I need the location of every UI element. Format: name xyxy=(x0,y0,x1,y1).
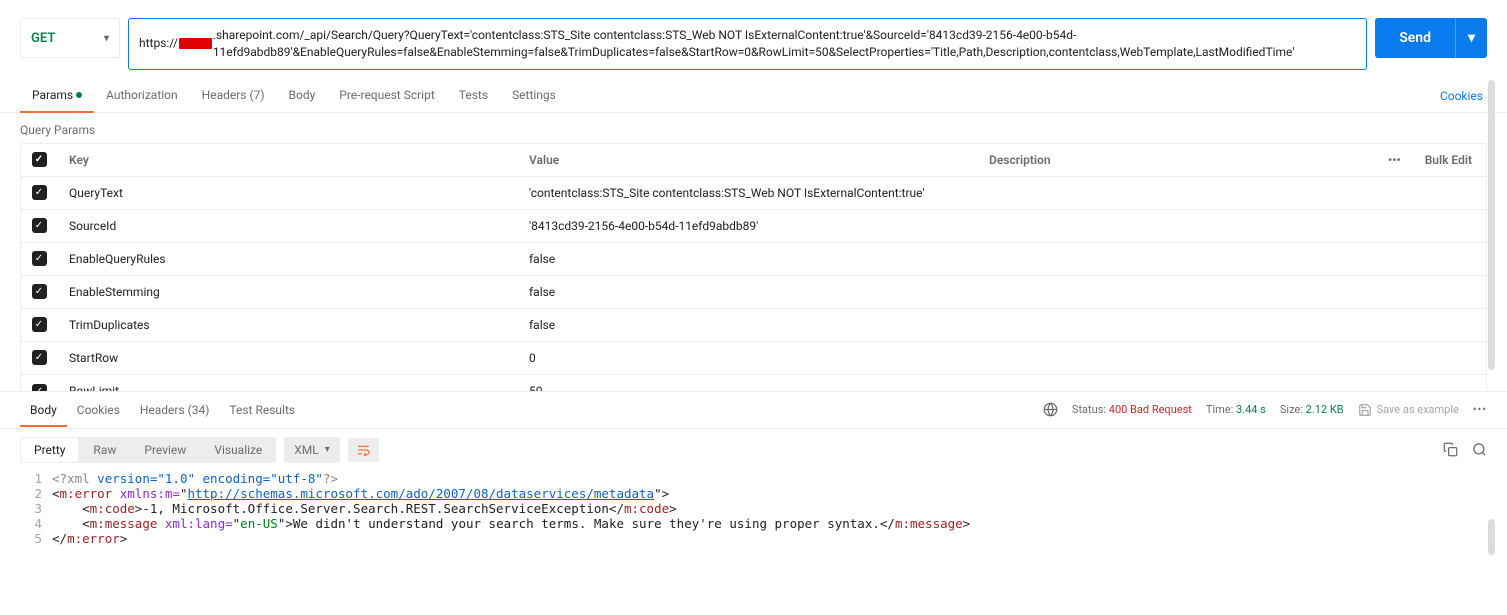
response-body-toolbar: Pretty Raw Preview Visualize XML ▾ xyxy=(0,429,1507,471)
redacted-domain xyxy=(179,38,212,49)
param-desc[interactable] xyxy=(977,185,1376,201)
param-value[interactable]: 'contentclass:STS_Site contentclass:STS_… xyxy=(517,178,977,208)
chevron-down-icon: ▾ xyxy=(104,33,109,44)
tab-response-body[interactable]: Body xyxy=(20,393,67,427)
param-desc[interactable] xyxy=(977,218,1376,234)
http-method-select[interactable]: GET ▾ xyxy=(20,18,120,58)
query-params-title: Query Params xyxy=(0,113,1507,143)
response-body-code[interactable]: 1<?xml version="1.0" encoding="utf-8"?> … xyxy=(0,471,1507,556)
url-suffix: .sharepoint.com/_api/Search/Query?QueryT… xyxy=(213,27,1356,61)
checkbox-all[interactable]: ✓ xyxy=(32,152,47,167)
tab-response-headers[interactable]: Headers (34) xyxy=(130,393,220,427)
scrollbar[interactable] xyxy=(1488,80,1495,370)
send-dropdown[interactable]: ▾ xyxy=(1455,18,1487,58)
tab-settings[interactable]: Settings xyxy=(500,80,568,112)
table-row[interactable]: ✓ TrimDuplicates false xyxy=(21,309,1486,342)
more-icon[interactable]: ••• xyxy=(1376,145,1406,175)
scrollbar[interactable] xyxy=(1488,519,1495,555)
request-tabs: Params Authorization Headers (7) Body Pr… xyxy=(0,80,1507,113)
param-key[interactable]: TrimDuplicates xyxy=(57,310,517,340)
chevron-down-icon: ▾ xyxy=(325,444,330,455)
line-wrap-icon[interactable] xyxy=(348,438,379,462)
param-desc[interactable] xyxy=(977,251,1376,267)
table-row[interactable]: ✓ RowLimit 50 xyxy=(21,375,1486,391)
param-key[interactable]: EnableStemming xyxy=(57,277,517,307)
header-key: Key xyxy=(57,145,517,175)
param-desc[interactable] xyxy=(977,284,1376,300)
checkbox[interactable]: ✓ xyxy=(32,350,47,365)
checkbox[interactable]: ✓ xyxy=(32,185,47,200)
url-input[interactable]: https:// .sharepoint.com/_api/Search/Quer… xyxy=(128,18,1367,70)
response-tabs: Body Cookies Headers (34) Test Results S… xyxy=(0,391,1507,429)
size-text: Size: 2.12 KB xyxy=(1280,403,1344,416)
tab-params[interactable]: Params xyxy=(20,80,94,112)
param-key[interactable]: StartRow xyxy=(57,343,517,373)
save-as-example-button[interactable]: Save as example xyxy=(1358,403,1459,417)
param-key[interactable]: QueryText xyxy=(57,178,517,208)
status-text: Status: 400 Bad Request xyxy=(1072,403,1192,416)
param-value[interactable]: false xyxy=(517,310,977,340)
time-text: Time: 3.44 s xyxy=(1206,403,1266,416)
table-row[interactable]: ✓ EnableStemming false xyxy=(21,276,1486,309)
checkbox[interactable]: ✓ xyxy=(32,384,47,391)
params-header-row: ✓ Key Value Description ••• Bulk Edit xyxy=(21,144,1486,177)
view-raw[interactable]: Raw xyxy=(79,437,130,463)
param-key[interactable]: SourceId xyxy=(57,211,517,241)
copy-icon[interactable] xyxy=(1443,442,1458,457)
param-value[interactable]: '8413cd39-2156-4e00-b54d-11efd9abdb89' xyxy=(517,211,977,241)
header-description: Description xyxy=(977,145,1376,175)
param-value[interactable]: 50 xyxy=(517,376,977,391)
param-value[interactable]: 0 xyxy=(517,343,977,373)
param-desc[interactable] xyxy=(977,350,1376,366)
param-key[interactable]: RowLimit xyxy=(57,376,517,391)
view-pretty[interactable]: Pretty xyxy=(20,437,79,463)
tab-prerequest[interactable]: Pre-request Script xyxy=(327,80,446,112)
table-row[interactable]: ✓ QueryText 'contentclass:STS_Site conte… xyxy=(21,177,1486,210)
header-value: Value xyxy=(517,145,977,175)
checkbox[interactable]: ✓ xyxy=(32,284,47,299)
checkbox[interactable]: ✓ xyxy=(32,218,47,233)
checkbox[interactable]: ✓ xyxy=(32,251,47,266)
url-prefix: https:// xyxy=(139,35,178,52)
more-icon[interactable]: ••• xyxy=(1473,403,1487,416)
tab-headers[interactable]: Headers (7) xyxy=(190,80,277,112)
search-icon[interactable] xyxy=(1472,442,1487,457)
table-row[interactable]: ✓ SourceId '8413cd39-2156-4e00-b54d-11ef… xyxy=(21,210,1486,243)
dot-indicator xyxy=(76,92,82,98)
send-button-label: Send xyxy=(1375,30,1455,46)
param-key[interactable]: EnableQueryRules xyxy=(57,244,517,274)
param-desc[interactable] xyxy=(977,383,1376,391)
param-value[interactable]: false xyxy=(517,244,977,274)
param-desc[interactable] xyxy=(977,317,1376,333)
checkbox[interactable]: ✓ xyxy=(32,317,47,332)
view-mode-segment: Pretty Raw Preview Visualize xyxy=(20,437,276,463)
params-table: ✓ Key Value Description ••• Bulk Edit ✓ … xyxy=(20,143,1487,391)
table-row[interactable]: ✓ StartRow 0 xyxy=(21,342,1486,375)
chevron-down-icon: ▾ xyxy=(1468,30,1475,46)
cookies-link[interactable]: Cookies xyxy=(1436,81,1487,111)
globe-icon[interactable] xyxy=(1043,402,1058,417)
bulk-edit-link[interactable]: Bulk Edit xyxy=(1406,145,1486,175)
send-button[interactable]: Send ▾ xyxy=(1375,18,1487,58)
table-row[interactable]: ✓ EnableQueryRules false xyxy=(21,243,1486,276)
format-select[interactable]: XML ▾ xyxy=(284,437,340,463)
param-value[interactable]: false xyxy=(517,277,977,307)
tab-authorization[interactable]: Authorization xyxy=(94,80,190,112)
view-visualize[interactable]: Visualize xyxy=(200,437,276,463)
tab-response-tests[interactable]: Test Results xyxy=(219,393,305,427)
tab-response-cookies[interactable]: Cookies xyxy=(67,393,130,427)
http-method-label: GET xyxy=(31,31,55,46)
tab-body[interactable]: Body xyxy=(277,80,328,112)
tab-tests[interactable]: Tests xyxy=(447,80,500,112)
view-preview[interactable]: Preview xyxy=(130,437,200,463)
